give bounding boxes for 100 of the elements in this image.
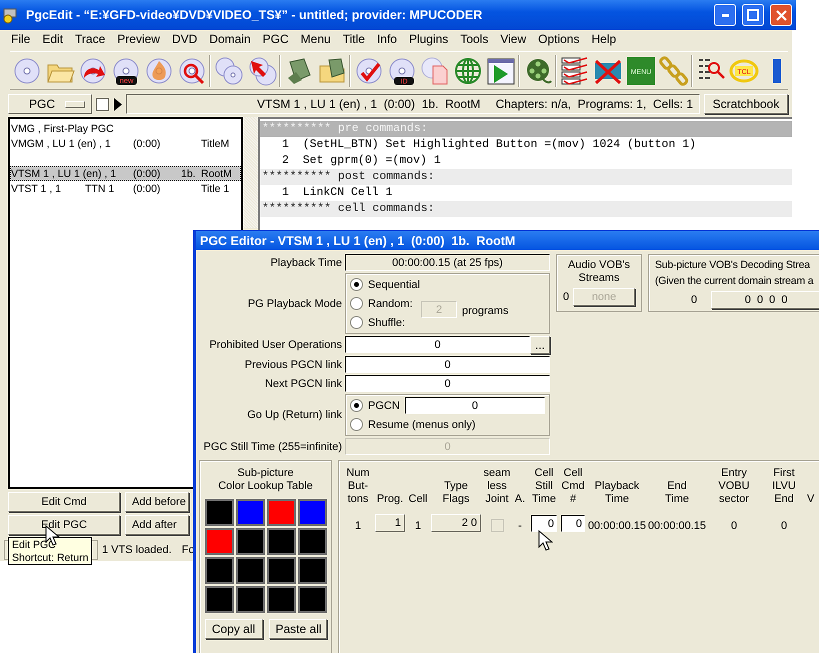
play-icon[interactable] [113,98,122,111]
menu-item[interactable]: Plugins [402,32,454,46]
column-header: seam less Joint [483,467,511,506]
menu-item[interactable]: View [494,32,532,46]
command-line[interactable]: 2 Set gprm(0) =(mov) 1 [260,153,792,169]
pgc-list-item[interactable]: VTST 1 , 1 TTN 1 (0:00) Title 1 [10,181,241,196]
table-cell-text: 0 [780,520,788,532]
color-swatch[interactable] [236,528,264,555]
domain-dropdown[interactable]: PGC [8,94,92,114]
column-header: Type Flags [442,480,470,506]
menu-item[interactable]: DVD [166,32,204,46]
minimize-icon [722,14,728,16]
table-cell: 00:00:00.15 [647,520,707,532]
action-button[interactable]: Edit Cmd [8,492,120,512]
command-line[interactable]: 1 LinkCN Cell 1 [260,185,792,201]
dropdown-glyph-icon [65,100,85,108]
type-flags-button[interactable]: 2 0 [431,514,481,532]
clut-button[interactable]: Copy all [204,619,262,639]
color-swatch[interactable] [236,499,264,526]
radio-button[interactable] [350,278,363,291]
radio-button[interactable] [350,418,363,431]
previous-link-field[interactable]: 0 [345,356,550,373]
menu-item[interactable]: Preview [111,32,166,46]
menu-item[interactable]: Info [370,32,403,46]
table-field[interactable]: 0 [531,515,557,532]
stream-count: 0 [691,294,698,306]
color-swatch[interactable] [204,586,234,613]
field-label: Go Up (Return) link [246,409,342,421]
color-swatch[interactable] [298,557,326,584]
color-swatch[interactable] [266,586,296,613]
pgc-label: RootM [201,168,233,180]
column-header: Cell Cmd # [560,467,586,506]
table-field[interactable]: 0 [561,515,585,532]
disc-search-icon [176,56,206,86]
command-section-header[interactable]: ********** cell commands: [260,201,792,217]
action-button[interactable]: Add before [125,492,189,512]
radio-label: Sequential [368,278,420,290]
color-swatch[interactable] [236,557,264,584]
clut-button[interactable]: Paste all [268,619,326,639]
menu-item[interactable]: Domain [203,32,257,46]
color-swatch[interactable] [204,499,234,526]
pgc-label: TitleM [201,138,230,150]
column-header: Prog. [376,493,404,506]
menu-item[interactable]: PGC [256,32,295,46]
column-header: V [807,493,816,506]
pgc-button-number: 1b. [181,168,197,180]
title-number: TTN 1 [85,182,116,194]
prohibited-ops-field[interactable]: 0 [345,336,530,353]
menu-item[interactable]: Trace [69,32,112,46]
column-header: Num But- tons [345,467,371,506]
field-label: Next PGCN link [264,378,342,390]
color-swatch[interactable] [298,586,326,613]
color-swatch[interactable] [266,528,296,555]
status-text: 1 VTS loaded. [102,544,172,556]
pgcn-field[interactable]: 0 [404,397,545,414]
radio-button[interactable] [350,399,363,412]
color-swatch[interactable] [236,586,264,613]
pgc-list-item[interactable]: VMGM , LU 1 (en) , 1 (0:00) TitleM [10,136,241,151]
next-link-field[interactable]: 0 [345,375,550,392]
menu-item[interactable]: Menu [294,32,337,46]
maximize-icon [747,9,759,21]
radio-button[interactable] [350,297,363,310]
pgc-list-item[interactable]: VMG , First-Play PGC [10,121,241,136]
command-section-header[interactable]: ********** post commands: [260,169,792,185]
pgc-label: Title 1 [201,182,230,194]
color-swatch[interactable] [298,528,326,555]
menu-item[interactable]: Title [336,32,371,46]
color-swatch[interactable] [266,557,296,584]
browse-button[interactable]: ... [530,336,550,354]
color-swatch[interactable] [204,557,234,584]
maximize-button[interactable] [742,4,764,26]
subpicture-streams-button[interactable]: 0 0 0 0 [711,291,819,309]
pgc-time: (0:00) [133,182,162,194]
column-header: End Time [664,480,690,506]
action-button[interactable]: Add after [125,515,189,536]
close-button[interactable] [770,4,792,26]
pgc-list-item[interactable]: VTSM 1 , LU 1 (en) , 1 (0:00) 1b. RootM [10,166,241,181]
menu-item[interactable]: Edit [36,32,70,46]
color-swatch[interactable] [266,499,296,526]
field-label: PG Playback Mode [246,298,342,310]
radio-button[interactable] [350,316,363,329]
color-swatch[interactable] [204,528,234,555]
menu-item[interactable]: Tools [454,32,494,46]
minimize-button[interactable] [714,4,736,26]
stream-count: 0 [562,291,570,303]
toolbar-edge-icon [772,58,780,83]
menu-item[interactable]: Options [532,32,586,46]
program-button[interactable]: 1 [375,514,405,532]
trace-checkbox[interactable] [96,98,109,111]
group-title: Audio VOB's Streams [568,259,630,285]
menu-item[interactable]: Help [585,32,622,46]
column-header: A. [514,493,526,506]
command-line[interactable]: 1 (SetHL_BTN) Set Highlighted Button =(mov) 1024 (button 1) [260,137,792,153]
disc-check-icon [354,56,384,86]
tooltip-shortcut: Shortcut: Return [12,552,88,564]
scratchbook-button[interactable]: Scratchbook [704,94,788,114]
group-title: Sub-picture VOB's Decoding Strea [655,259,810,272]
color-swatch[interactable] [298,499,326,526]
disc-flame-icon [144,56,174,86]
menu-item[interactable]: File [5,32,36,46]
